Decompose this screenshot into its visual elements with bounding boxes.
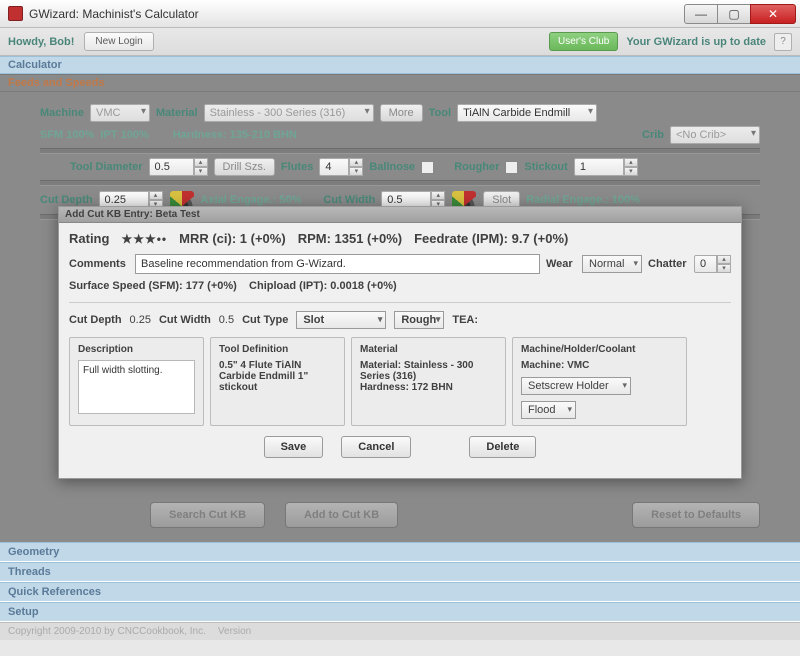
section-geometry[interactable]: Geometry — [0, 542, 800, 562]
section-calculator[interactable]: Calculator — [0, 56, 800, 74]
drill-sizes-button[interactable]: Drill Szs. — [214, 158, 275, 176]
material-select[interactable]: Stainless - 300 Series (316) — [204, 104, 374, 122]
sfm-label: SFM 100% — [40, 129, 94, 141]
rating-stars: ★★★•• — [121, 232, 167, 246]
greeting-label: Howdy, Bob! — [8, 36, 74, 48]
app-icon — [8, 6, 23, 21]
material-line1: Material: Stainless - 300 Series (316) — [360, 360, 497, 382]
search-cut-kb-button[interactable]: Search Cut KB — [150, 502, 265, 528]
section-feeds-speeds[interactable]: Feeds and Speeds — [0, 74, 800, 92]
section-quick-references[interactable]: Quick References — [0, 582, 800, 602]
rougher-label: Rougher — [454, 161, 499, 173]
tool-definition-value: 0.5" 4 Flute TiAlN Carbide Endmill 1" st… — [219, 360, 336, 393]
material-label: Material — [156, 107, 198, 119]
dlg-cut-depth-value: 0.25 — [130, 314, 151, 326]
delete-button[interactable]: Delete — [469, 436, 536, 458]
chatter-input[interactable]: 0▴▾ — [694, 255, 731, 273]
material-line2: Hardness: 172 BHN — [360, 382, 497, 393]
dlg-cut-width-label: Cut Width — [159, 314, 211, 326]
machine-select[interactable]: VMC — [90, 104, 150, 122]
material-panel: Material Material: Stainless - 300 Serie… — [351, 337, 506, 426]
stickout-input[interactable]: 1▴▾ — [574, 158, 638, 176]
chipload-readout: Chipload (IPT): 0.0018 (+0%) — [249, 280, 397, 292]
flutes-input[interactable]: 4▴▾ — [319, 158, 363, 176]
tool-diameter-input[interactable]: 0.5▴▾ — [149, 158, 208, 176]
machine-name: Machine: VMC — [521, 360, 678, 371]
description-title: Description — [78, 344, 195, 355]
wear-select[interactable]: Normal — [582, 255, 642, 273]
holder-select[interactable]: Setscrew Holder — [521, 377, 631, 395]
copyright-label: Copyright 2009-2010 by CNCCookbook, Inc. — [8, 626, 206, 637]
stickout-label: Stickout — [524, 161, 567, 173]
material-panel-title: Material — [360, 344, 497, 355]
tool-definition-title: Tool Definition — [219, 344, 336, 355]
users-club-button[interactable]: User's Club — [549, 32, 618, 51]
reset-defaults-button[interactable]: Reset to Defaults — [632, 502, 760, 528]
rough-finish-select[interactable]: Rough — [394, 311, 444, 329]
mrr-readout: MRR (ci): 1 (+0%) — [179, 231, 286, 246]
tool-diameter-label: Tool Diameter — [70, 161, 143, 173]
dialog-title: Add Cut KB Entry: Beta Test — [59, 207, 741, 223]
ipt-label: IPT 100% — [100, 129, 148, 141]
ballnose-checkbox[interactable] — [421, 161, 434, 174]
window-title: GWizard: Machinist's Calculator — [29, 7, 199, 21]
tea-label: TEA: — [452, 314, 478, 326]
window-titlebar: GWizard: Machinist's Calculator — ▢ ✕ — [0, 0, 800, 28]
add-cut-kb-dialog: Add Cut KB Entry: Beta Test Rating ★★★••… — [58, 206, 742, 479]
section-threads[interactable]: Threads — [0, 562, 800, 582]
window-maximize-button[interactable]: ▢ — [717, 4, 751, 24]
rougher-checkbox[interactable] — [505, 161, 518, 174]
version-label: Version — [218, 626, 251, 637]
cut-type-select[interactable]: Slot — [296, 311, 386, 329]
flutes-label: Flutes — [281, 161, 313, 173]
machine-label: Machine — [40, 107, 84, 119]
top-toolbar: Howdy, Bob! New Login User's Club Your G… — [0, 28, 800, 56]
tool-label: Tool — [429, 107, 451, 119]
surface-speed-readout: Surface Speed (SFM): 177 (+0%) — [69, 280, 237, 292]
chatter-label: Chatter — [648, 258, 688, 270]
crib-label: Crib — [642, 129, 664, 141]
cancel-button[interactable]: Cancel — [341, 436, 411, 458]
dlg-cut-type-label: Cut Type — [242, 314, 288, 326]
description-panel: Description Full width slotting. — [69, 337, 204, 426]
update-status-label: Your GWizard is up to date — [626, 36, 766, 48]
machine-panel: Machine/Holder/Coolant Machine: VMC Sets… — [512, 337, 687, 426]
help-button[interactable]: ? — [774, 33, 792, 51]
dlg-cut-width-value: 0.5 — [219, 314, 234, 326]
hardness-label: Hardness: 135-210 BHN — [173, 129, 297, 141]
rpm-readout: RPM: 1351 (+0%) — [298, 231, 402, 246]
crib-select[interactable]: <No Crib> — [670, 126, 760, 144]
material-more-button[interactable]: More — [380, 104, 423, 122]
machine-panel-title: Machine/Holder/Coolant — [521, 344, 678, 355]
add-to-cut-kb-button[interactable]: Add to Cut KB — [285, 502, 398, 528]
ballnose-label: Ballnose — [369, 161, 415, 173]
feedrate-readout: Feedrate (IPM): 9.7 (+0%) — [414, 231, 568, 246]
cut-width-label: Cut Width — [323, 194, 375, 206]
comments-input[interactable] — [135, 254, 540, 274]
axial-engage-label: Axial Engage.: 50% — [201, 194, 302, 206]
cut-depth-label: Cut Depth — [40, 194, 93, 206]
tool-select[interactable]: TiAlN Carbide Endmill — [457, 104, 597, 122]
save-button[interactable]: Save — [264, 436, 324, 458]
status-bar: Copyright 2009-2010 by CNCCookbook, Inc.… — [0, 622, 800, 640]
window-minimize-button[interactable]: — — [684, 4, 718, 24]
window-close-button[interactable]: ✕ — [750, 4, 796, 24]
section-setup[interactable]: Setup — [0, 602, 800, 622]
bottom-button-row: Search Cut KB Add to Cut KB Reset to Def… — [0, 472, 800, 542]
coolant-select[interactable]: Flood — [521, 401, 576, 419]
wear-label: Wear — [546, 258, 576, 270]
dlg-cut-depth-label: Cut Depth — [69, 314, 122, 326]
rating-label: Rating — [69, 231, 109, 246]
radial-engage-label: Radial Engage.: 100% — [526, 194, 640, 206]
tool-definition-panel: Tool Definition 0.5" 4 Flute TiAlN Carbi… — [210, 337, 345, 426]
comments-label: Comments — [69, 258, 129, 270]
new-login-button[interactable]: New Login — [84, 32, 153, 51]
description-input[interactable]: Full width slotting. — [78, 360, 195, 414]
